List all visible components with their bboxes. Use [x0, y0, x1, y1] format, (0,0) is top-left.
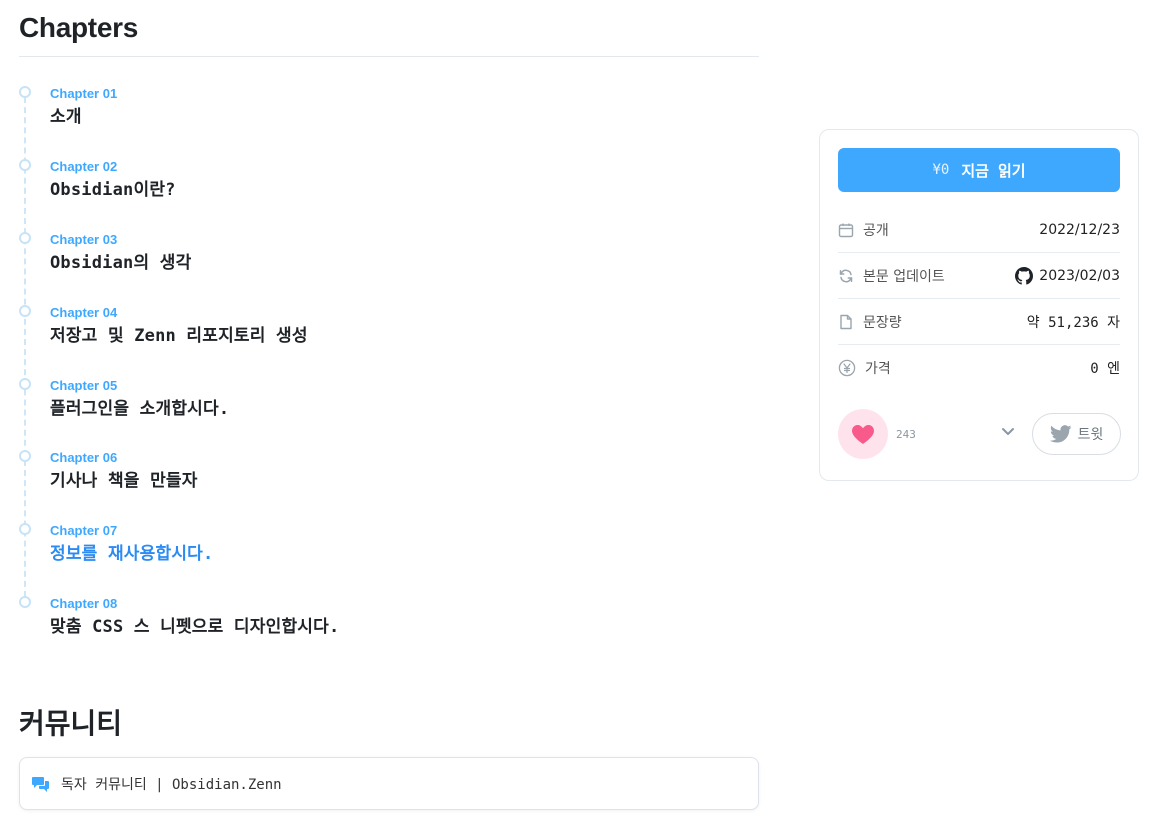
chapter-item[interactable]: Chapter 02 Obsidian이란? — [19, 144, 759, 217]
community-link[interactable]: 독자 커뮤니티 | Obsidian.Zenn — [19, 757, 759, 810]
meta-updated-link[interactable]: 2023/02/03 — [1015, 266, 1120, 285]
chapter-title[interactable]: Obsidian이란? — [50, 175, 759, 200]
timeline-dot — [19, 158, 31, 171]
refresh-icon — [839, 269, 853, 282]
chapter-title[interactable]: 플러그인을 소개합시다. — [50, 394, 759, 419]
read-now-button[interactable]: ¥0 지금 읽기 — [838, 148, 1120, 192]
meta-updated: 본문 업데이트 2023/02/03 — [838, 253, 1120, 299]
calendar-icon — [838, 223, 854, 237]
chapter-number: Chapter 02 — [50, 158, 118, 174]
timeline-dot — [19, 596, 31, 609]
timeline-dot — [19, 523, 31, 536]
heart-icon — [852, 425, 874, 444]
chapter-number: Chapter 01 — [50, 86, 118, 101]
chevron-down-icon[interactable] — [1000, 423, 1016, 439]
meta-length: 문장량 약 51,236 자 — [838, 299, 1120, 345]
chapter-title[interactable]: 기사나 책을 만들자 — [50, 466, 759, 491]
chapter-item[interactable]: Chapter 06 기사나 책을 만들자 — [19, 435, 759, 508]
chapter-number: Chapter 05 — [50, 377, 118, 393]
tweet-button[interactable]: 트윗 — [1032, 413, 1121, 455]
meta-published: 공개 2022/12/23 — [838, 207, 1120, 253]
meta-price: 가격 0 엔 — [838, 345, 1120, 391]
meta-price-value: 0 엔 — [1090, 361, 1120, 377]
meta-price-label: 가격 — [865, 361, 891, 377]
chapter-title[interactable]: 맞춤 CSS 스 니펫으로 디자인합시다. — [50, 612, 759, 637]
chapter-item-current[interactable]: Chapter 07 정보를 재사용합시다. — [19, 508, 759, 581]
chapter-number: Chapter 07 — [50, 523, 118, 539]
meta-length-label: 문장량 — [863, 314, 902, 331]
chapter-title[interactable]: 소개 — [50, 102, 759, 127]
community-link-label[interactable]: 독자 커뮤니티 | Obsidian.Zenn — [61, 774, 282, 794]
chapter-title[interactable]: 저장고 및 Zenn 리포지토리 생성 — [50, 321, 759, 346]
twitter-icon — [1049, 425, 1072, 443]
meta-published-value: 2022/12/23 — [1039, 221, 1120, 238]
chapter-title[interactable]: 정보를 재사용합시다. — [50, 539, 759, 564]
meta-updated-label: 본문 업데이트 — [863, 268, 945, 285]
chapter-item[interactable]: Chapter 03 Obsidian의 생각 — [19, 217, 759, 290]
timeline-dot — [19, 377, 31, 390]
meta-length-value: 약 51,236 자 — [1026, 314, 1120, 331]
read-now-label: 지금 읽기 — [961, 161, 1026, 180]
yen-icon — [838, 359, 856, 377]
chapter-item[interactable]: Chapter 04 저장고 및 Zenn 리포지토리 생성 — [19, 290, 759, 363]
chapters-section: Chapters Chapter 01 소개 Chapter 02 Obsidi… — [19, 0, 759, 654]
chapter-number: Chapter 06 — [50, 450, 118, 466]
book-info-sidebar: ¥0 지금 읽기 공개 2022/12/23 본문 업데이트 2023/02/0… — [819, 129, 1139, 481]
chapter-list: Chapter 01 소개 Chapter 02 Obsidian이란? Cha… — [19, 71, 759, 654]
meta-published-label: 공개 — [863, 222, 889, 239]
chapter-number: Chapter 04 — [50, 304, 118, 320]
chapter-number: Chapter 03 — [50, 231, 118, 247]
chapters-heading: Chapters — [19, 0, 759, 57]
tweet-label: 트윗 — [1077, 426, 1104, 442]
like-button[interactable] — [838, 409, 888, 459]
read-price: ¥0 — [932, 162, 950, 178]
timeline-dot — [19, 231, 31, 244]
timeline-dot — [19, 86, 31, 98]
like-count: 243 — [896, 428, 916, 441]
document-icon — [840, 314, 852, 329]
chapter-item[interactable]: Chapter 01 소개 — [19, 71, 759, 144]
chapter-item[interactable]: Chapter 05 플러그인을 소개합시다. — [19, 363, 759, 436]
meta-updated-value: 2023/02/03 — [1039, 267, 1120, 284]
chapter-number: Chapter 08 — [50, 596, 118, 612]
chapter-title[interactable]: Obsidian의 생각 — [50, 248, 759, 273]
community-heading: 커뮤니티 — [19, 708, 123, 739]
timeline-dot — [19, 450, 31, 463]
github-icon — [1015, 266, 1034, 285]
book-actions: 243 트윗 — [838, 409, 1121, 459]
timeline-dot — [19, 304, 31, 317]
book-meta: 공개 2022/12/23 본문 업데이트 2023/02/03 문장량 약 5… — [838, 207, 1120, 391]
chapter-item[interactable]: Chapter 08 맞춤 CSS 스 니펫으로 디자인합시다. — [19, 581, 759, 654]
chat-bubbles-icon — [32, 776, 50, 792]
